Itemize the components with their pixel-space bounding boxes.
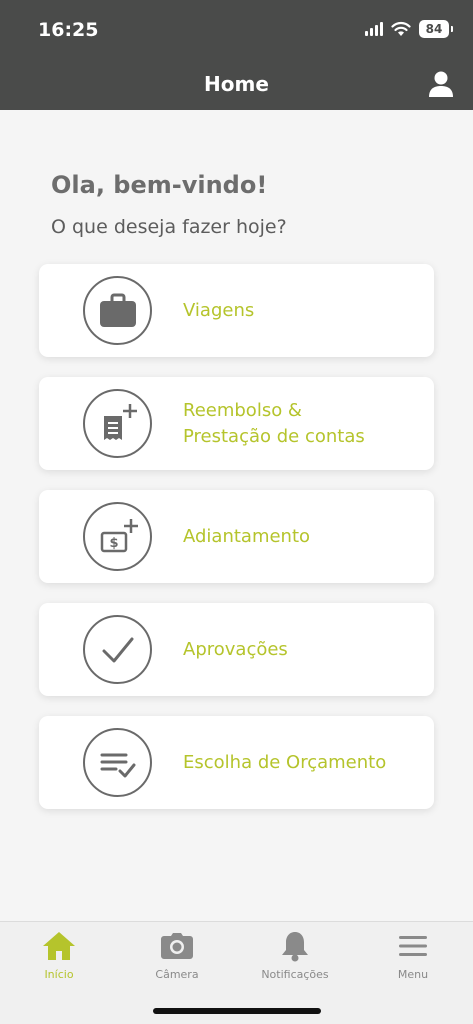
tab-label: Início: [44, 968, 74, 981]
tab-inicio[interactable]: Início: [0, 928, 118, 988]
menu-card-reembolso[interactable]: Reembolso & Prestação de contas: [39, 377, 434, 470]
checklist-icon: [83, 728, 152, 797]
hamburger-icon: [399, 936, 427, 956]
menu-card-orcamento[interactable]: Escolha de Orçamento: [39, 716, 434, 809]
home-icon: [43, 932, 75, 960]
greeting-title: Ola, bem-vindo!: [51, 171, 268, 199]
money-add-icon: $: [83, 502, 152, 571]
home-indicator: [153, 1008, 321, 1014]
bell-icon: [282, 932, 308, 962]
checkmark-icon: [83, 615, 152, 684]
tab-label: Câmera: [155, 968, 199, 981]
menu-card-label: Reembolso & Prestação de contas: [183, 399, 365, 447]
tab-notificacoes[interactable]: Notificações: [236, 928, 354, 988]
menu-card-label: Viagens: [183, 299, 255, 321]
menu-card-label: Aprovações: [183, 638, 288, 660]
wifi-icon: [391, 21, 411, 36]
profile-icon[interactable]: [427, 70, 455, 98]
menu-card-aprovacoes[interactable]: Aprovações: [39, 603, 434, 696]
page-title: Home: [204, 72, 269, 96]
battery-indicator: 84: [419, 20, 453, 38]
app-header: 16:25 84 Home: [0, 0, 473, 110]
tab-menu[interactable]: Menu: [354, 928, 472, 988]
receipt-add-icon: [83, 389, 152, 458]
camera-icon: [161, 933, 193, 959]
tab-label: Notificações: [261, 968, 329, 981]
status-icons: 84: [365, 20, 453, 38]
status-time: 16:25: [38, 19, 99, 41]
menu-card-label: Escolha de Orçamento: [183, 751, 387, 773]
briefcase-icon: [83, 276, 152, 345]
svg-text:$: $: [109, 536, 118, 551]
menu-card-adiantamento[interactable]: $ Adiantamento: [39, 490, 434, 583]
signal-icon: [365, 22, 383, 36]
menu-card-label: Adiantamento: [183, 525, 311, 547]
greeting-subtitle: O que deseja fazer hoje?: [51, 216, 287, 238]
menu-card-viagens[interactable]: Viagens: [39, 264, 434, 357]
tab-camera[interactable]: Câmera: [118, 928, 236, 988]
tab-label: Menu: [397, 968, 429, 981]
